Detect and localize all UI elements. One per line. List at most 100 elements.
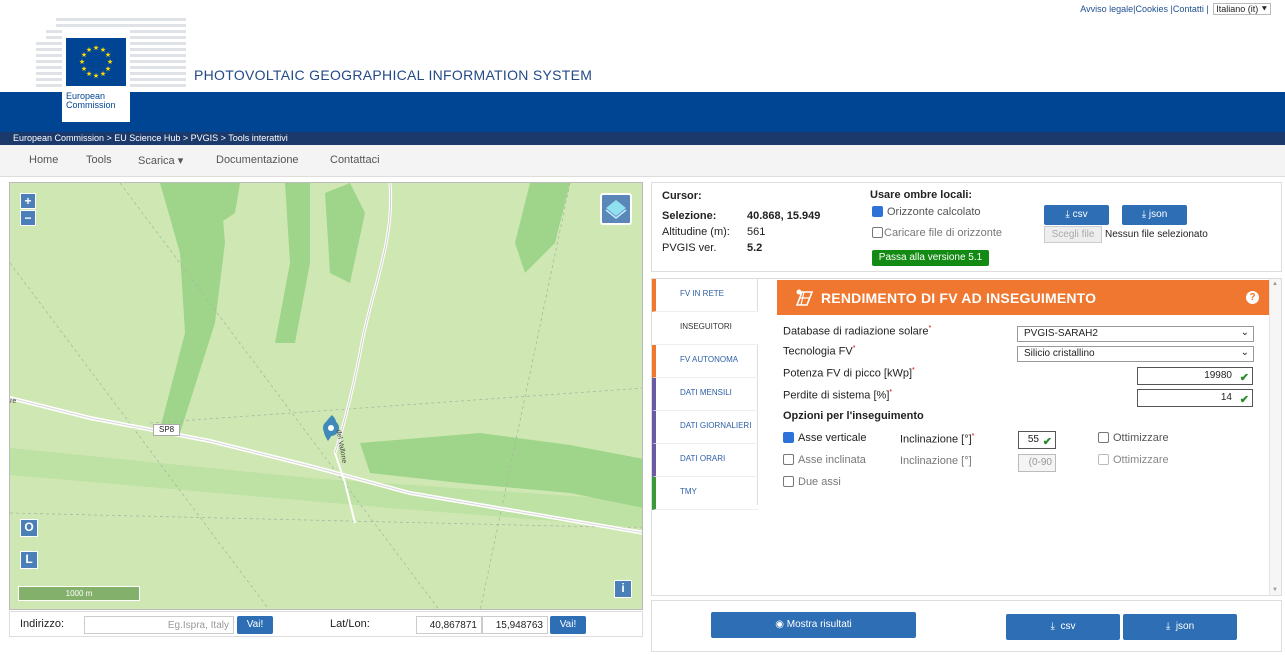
nav-tools[interactable]: Tools: [86, 154, 112, 166]
horizon-calc-option[interactable]: Orizzonte calcolato: [872, 206, 981, 218]
tab-hourly-data[interactable]: DATI ORARI: [652, 444, 758, 477]
checkbox-icon[interactable]: [1098, 432, 1109, 443]
required-mark: *: [889, 389, 893, 396]
valid-check-icon: ✔: [1239, 394, 1249, 406]
required-mark: *: [912, 367, 915, 374]
selection-value: 40.868, 15.949: [747, 210, 821, 222]
peak-power-label-text: Potenza FV di picco [kWp]: [783, 367, 912, 380]
help-icon[interactable]: ?: [1246, 291, 1259, 304]
results-json-label: json: [1175, 621, 1195, 632]
checkbox-checked-icon[interactable]: [783, 432, 794, 443]
horizon-csv-button[interactable]: ⤓ csv: [1044, 205, 1109, 225]
horizon-calc-label: Orizzonte calcolato: [887, 206, 981, 218]
optimize2-option[interactable]: Ottimizzare: [1098, 454, 1169, 466]
two-axes-option[interactable]: Due assi: [783, 476, 841, 488]
optimize2-label: Ottimizzare: [1113, 454, 1169, 466]
results-bar: ◉ Mostra risultati ⤓ csv ⤓ json: [651, 600, 1282, 652]
horizon-json-button[interactable]: ⤓ json: [1122, 205, 1187, 225]
checkbox-icon[interactable]: [1098, 454, 1109, 465]
layers-button[interactable]: [600, 193, 632, 225]
choose-file-button[interactable]: Scegli file: [1044, 226, 1102, 243]
tab-off-grid[interactable]: FV AUTONOMA: [652, 345, 758, 378]
checkbox-icon[interactable]: [872, 227, 883, 238]
pv-tech-label: Tecnologia FV*: [783, 345, 855, 358]
inclination-input[interactable]: 55 ✔: [1018, 431, 1056, 449]
system-loss-input[interactable]: 14 ✔: [1137, 389, 1253, 407]
nav-download[interactable]: Scarica ▾: [138, 154, 183, 167]
nav-contact[interactable]: Contattaci: [330, 154, 380, 166]
radiation-db-select[interactable]: PVGIS-SARAH2 ⌄: [1017, 326, 1254, 342]
optimize-option[interactable]: Ottimizzare: [1098, 432, 1169, 444]
optimize-label: Ottimizzare: [1113, 432, 1169, 444]
map-info-button[interactable]: i: [614, 580, 632, 598]
checkbox-icon[interactable]: [783, 476, 794, 487]
altitude-label: Altitudine (m):: [662, 226, 730, 238]
tab-monthly-data[interactable]: DATI MENSILI: [652, 378, 758, 411]
inclined-axis-option[interactable]: Asse inclinata: [783, 454, 866, 466]
inclination2-input[interactable]: (0-90: [1018, 454, 1056, 472]
logo-text: European Commission: [66, 92, 116, 110]
ec-logo[interactable]: ★ ★ ★ ★ ★ ★ ★ ★ ★ ★ ★ ★ European Commission: [62, 30, 130, 122]
logo-line-2: Commission: [66, 100, 116, 110]
download-icon: ⤓: [1165, 621, 1171, 632]
show-results-button[interactable]: ◉ Mostra risultati: [711, 612, 916, 638]
switch-version-button[interactable]: Passa alla versione 5.1: [872, 250, 989, 266]
contacts-link[interactable]: |Contatti: [1171, 4, 1204, 14]
version-label: PVGIS ver.: [662, 242, 717, 254]
system-loss-label-text: Perdite di sistema [%]: [783, 389, 890, 402]
site-title: PHOTOVOLTAIC GEOGRAPHICAL INFORMATION SY…: [194, 67, 593, 83]
cookies-link[interactable]: |Cookies: [1133, 4, 1168, 14]
cursor-label: Cursor:: [662, 190, 702, 202]
address-bar: Indirizzo: Eg.Ispra, Italy Vai! Lat/Lon:…: [9, 611, 643, 637]
checkbox-checked-icon[interactable]: [872, 206, 883, 217]
calc-scrollbar[interactable]: ▲ ▼: [1269, 279, 1281, 595]
tab-daily-data[interactable]: DATI GIORNALIERI: [652, 411, 758, 444]
legal-notice-link[interactable]: Avviso legale: [1080, 4, 1133, 14]
tracking-options-title: Opzioni per l'inseguimento: [783, 410, 924, 422]
nav-home[interactable]: Home: [29, 154, 58, 166]
tab-tracking[interactable]: INSEGUITORI: [652, 312, 758, 345]
results-csv-button[interactable]: ⤓ csv: [1006, 614, 1120, 640]
pv-tech-value: Silicio cristallino: [1024, 348, 1095, 359]
latlon-go-button[interactable]: Vai!: [550, 616, 586, 634]
address-input[interactable]: Eg.Ispra, Italy: [84, 616, 234, 634]
checkbox-icon[interactable]: [783, 454, 794, 465]
results-csv-label: csv: [1060, 621, 1076, 632]
pv-tech-select[interactable]: Silicio cristallino ⌄: [1017, 346, 1254, 362]
system-loss-value: 14: [1220, 392, 1232, 403]
scroll-down-icon[interactable]: ▼: [1272, 587, 1278, 593]
lat-input[interactable]: 40,867871: [416, 616, 482, 634]
horizon-upload-label: Caricare file di orizzonte: [884, 227, 1002, 239]
zoom-out-button[interactable]: −: [20, 210, 36, 226]
results-json-button[interactable]: ⤓ json: [1123, 614, 1237, 640]
inclination-label: Inclinazione [°]*: [900, 433, 974, 446]
tab-tmy[interactable]: TMY: [652, 477, 758, 510]
map-l-button[interactable]: L: [20, 551, 38, 569]
eye-icon: ◉: [775, 619, 784, 630]
horizon-json-label: json: [1148, 209, 1168, 220]
address-go-button[interactable]: Vai!: [237, 616, 273, 634]
download-icon: ⤓: [1050, 621, 1055, 632]
lon-input[interactable]: 15,948763: [482, 616, 548, 634]
peak-power-input[interactable]: 19980 ✔: [1137, 367, 1253, 385]
language-select[interactable]: Italiano (it) ⯆: [1213, 3, 1271, 15]
scroll-up-icon[interactable]: ▲: [1272, 281, 1278, 287]
breadcrumb[interactable]: European Commission > EU Science Hub > P…: [0, 132, 1285, 145]
vertical-axis-option[interactable]: Asse verticale: [783, 432, 866, 444]
inclination2-label: Inclinazione [°]: [900, 455, 972, 467]
calc-header: RENDIMENTO DI FV AD INSEGUIMENTO ?: [777, 280, 1269, 315]
svg-text:★: ★: [79, 58, 85, 66]
map-o-button[interactable]: O: [20, 519, 38, 537]
edge-label: re: [10, 398, 17, 405]
valid-check-icon: ✔: [1042, 436, 1052, 448]
download-icon: ⤓: [1141, 209, 1147, 220]
header-band: [0, 92, 1285, 132]
tab-grid-connected[interactable]: FV IN RETE: [652, 279, 758, 312]
map-view[interactable]: SP8 del Vallone re + − O L i 1000 m: [9, 182, 643, 610]
horizon-upload-option[interactable]: Caricare file di orizzonte: [872, 227, 1002, 239]
zoom-in-button[interactable]: +: [20, 193, 36, 209]
nav-documentation[interactable]: Documentazione: [216, 154, 299, 166]
version-value: 5.2: [747, 242, 763, 254]
inclination-value: 55: [1027, 434, 1039, 445]
calc-title: RENDIMENTO DI FV AD INSEGUIMENTO: [821, 290, 1097, 306]
